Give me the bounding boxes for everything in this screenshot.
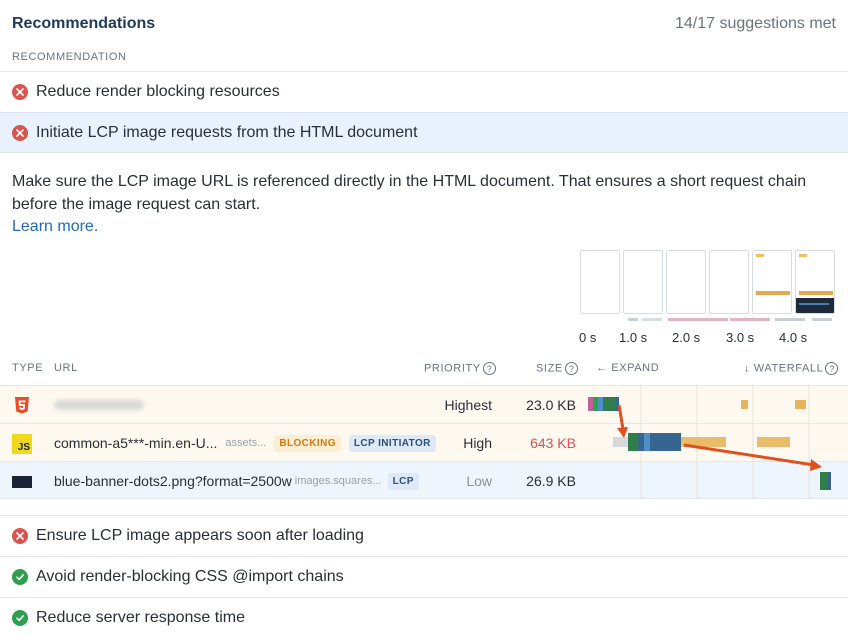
javascript-icon: JS	[12, 434, 32, 454]
request-url[interactable]: common-a5***-min.en-U... assets... BLOCK…	[54, 424, 436, 462]
filmstrip-track	[812, 318, 832, 321]
help-icon[interactable]: ?	[825, 362, 839, 375]
recommendation-row[interactable]: Ensure LCP image appears soon after load…	[0, 515, 848, 556]
filmstrip-frame[interactable]	[580, 250, 620, 314]
filmstrip-track	[668, 318, 728, 321]
recommendation-label: Reduce render blocking resources	[36, 83, 280, 100]
request-size: 26.9 KB	[526, 473, 576, 489]
time-label: 1.0 s	[619, 330, 648, 345]
filmstrip-frame[interactable]	[752, 250, 792, 314]
filmstrip-frame[interactable]	[709, 250, 749, 314]
page-title: Recommendations	[12, 15, 156, 32]
recommendation-row[interactable]: Avoid render-blocking CSS @import chains	[0, 556, 848, 597]
request-row[interactable]: JS common-a5***-min.en-U... assets... BL…	[0, 423, 848, 461]
help-icon[interactable]: ?	[482, 362, 496, 375]
recommendation-label: Avoid render-blocking CSS @import chains	[36, 568, 344, 585]
time-label: 2.0 s	[672, 330, 701, 345]
lcp-badge: LCP	[387, 472, 419, 490]
request-url[interactable]: blue-banner-dots2.png?format=2500w image…	[54, 462, 419, 500]
filmstrip-track	[642, 318, 662, 321]
recommendation-description: Make sure the LCP image URL is reference…	[12, 173, 807, 213]
waterfall-column-header: ↓ WATERFALL?	[744, 362, 839, 375]
image-icon	[12, 476, 32, 488]
expand-button[interactable]: ← EXPAND	[596, 362, 659, 374]
lcp-initiator-badge: LCP INITIATOR	[348, 434, 436, 452]
request-row[interactable]: blue-banner-dots2.png?format=2500w image…	[0, 461, 848, 499]
filmstrip-frame[interactable]	[666, 250, 706, 314]
recommendation-label: Reduce server response time	[36, 609, 245, 626]
time-label: 3.0 s	[726, 330, 755, 345]
filmstrip-frame[interactable]	[795, 250, 835, 314]
filmstrip-track	[775, 318, 805, 321]
size-column-header: SIZE?	[536, 362, 578, 375]
learn-more-link[interactable]: Learn more.	[12, 218, 98, 236]
request-host: images.squares...	[294, 475, 382, 487]
filmstrip-track	[628, 318, 638, 321]
suggestions-met: 14/17 suggestions met	[675, 15, 836, 32]
recommendation-row[interactable]: Reduce server response time	[0, 597, 848, 635]
recommendation-label: Ensure LCP image appears soon after load…	[36, 527, 364, 544]
filmstrip-track	[730, 318, 770, 321]
request-priority: High	[463, 435, 492, 451]
time-label: 0 s	[579, 330, 597, 345]
request-row[interactable]: Highest 23.0 KB	[0, 385, 848, 423]
close-circle-icon	[12, 84, 28, 100]
blurred-url	[54, 400, 144, 410]
recommendations-header: Recommendations 14/17 suggestions met	[0, 0, 848, 48]
filmstrip-frame[interactable]	[623, 250, 663, 314]
request-priority: Low	[466, 473, 492, 489]
recommendation-row[interactable]: Reduce render blocking resources	[0, 71, 848, 112]
close-circle-icon	[12, 124, 28, 141]
request-url[interactable]	[54, 386, 144, 424]
html5-icon	[15, 397, 29, 414]
blocking-badge: BLOCKING	[274, 434, 341, 452]
request-url-text: common-a5***-min.en-U...	[54, 435, 218, 451]
close-circle-icon	[12, 528, 28, 544]
help-icon[interactable]: ?	[564, 362, 578, 375]
url-column-header: URL	[54, 362, 78, 374]
type-column-header: TYPE	[12, 362, 44, 374]
recommendation-column-header: RECOMMENDATION	[12, 51, 127, 63]
time-label: 4.0 s	[779, 330, 808, 345]
check-circle-icon	[12, 610, 28, 626]
priority-column-header: PRIORITY?	[424, 362, 496, 375]
request-host: assets...	[225, 437, 267, 449]
request-size: 643 KB	[530, 435, 576, 451]
request-size: 23.0 KB	[526, 397, 576, 413]
request-priority: Highest	[444, 397, 492, 413]
check-circle-icon	[12, 569, 28, 585]
recommendation-label: Initiate LCP image requests from the HTM…	[36, 123, 418, 141]
recommendation-row-expanded[interactable]: Initiate LCP image requests from the HTM…	[0, 112, 848, 153]
request-url-text: blue-banner-dots2.png?format=2500w	[54, 473, 292, 489]
filmstrip	[580, 250, 836, 320]
